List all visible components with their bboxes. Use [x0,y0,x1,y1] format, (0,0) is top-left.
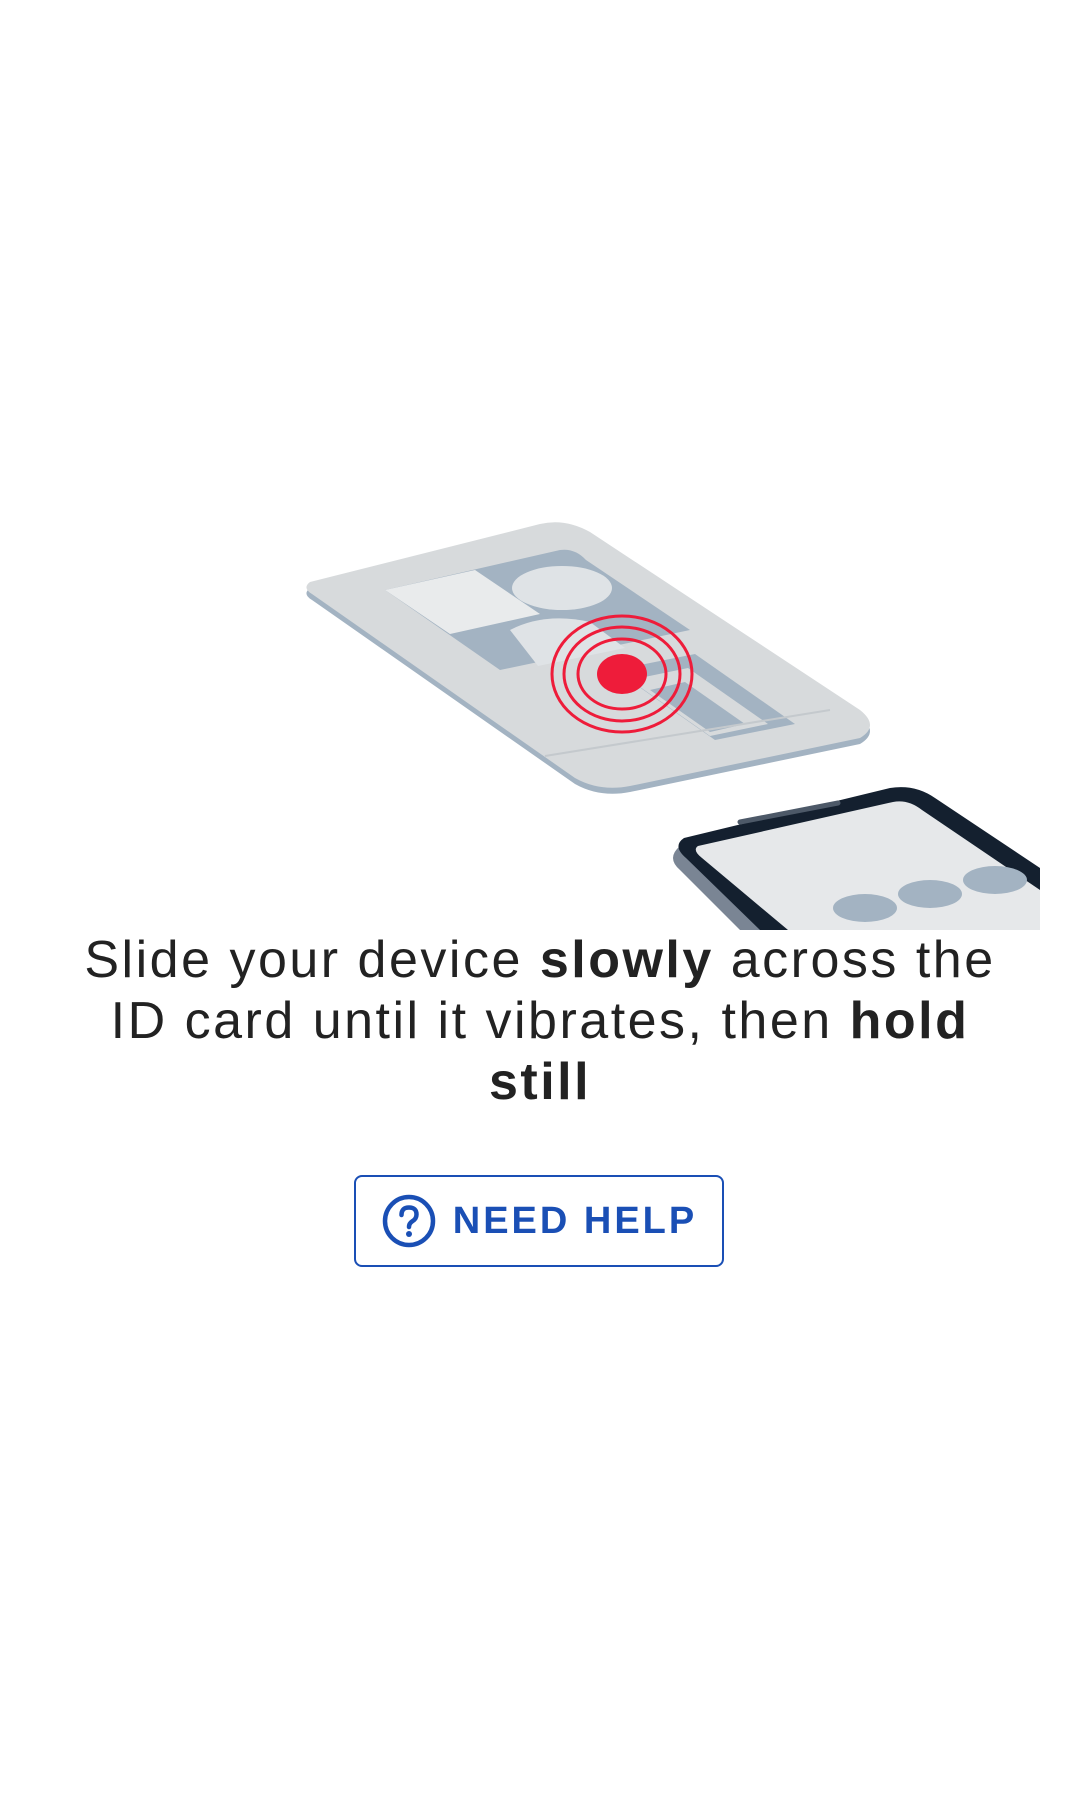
help-circle-icon [382,1194,435,1248]
nfc-illustration [306,522,1040,930]
instruction-emphasis-slowly: slowly [539,931,714,989]
phone-illustration [673,787,1040,930]
id-card-illustration [306,522,870,794]
instruction-text-part-1: Slide your device [84,931,540,989]
need-help-button[interactable]: NEED HELP [354,1175,724,1267]
need-help-label: NEED HELP [452,1199,698,1242]
instruction-text: Slide your device slowly across the ID c… [80,930,1000,1113]
